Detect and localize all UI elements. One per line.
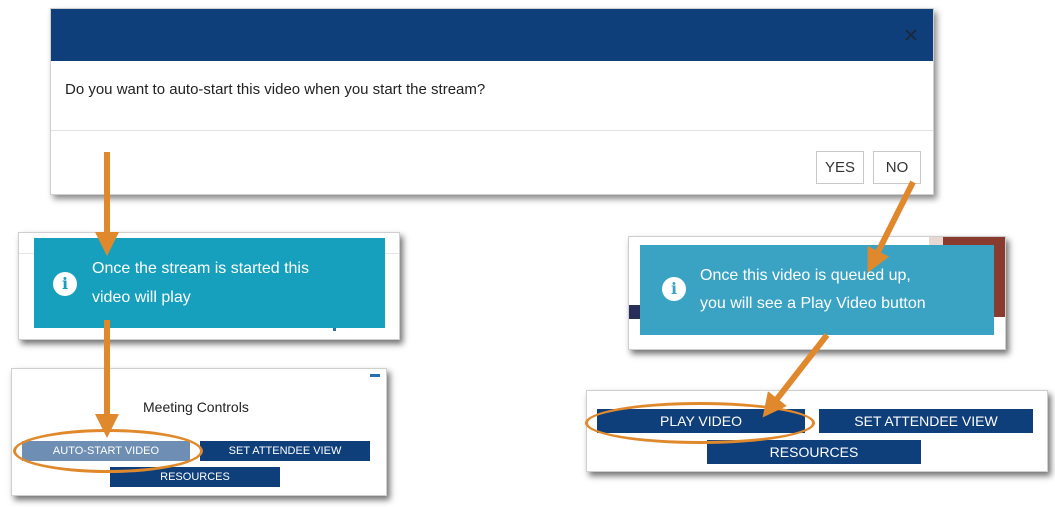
no-button[interactable]: NO xyxy=(873,151,921,184)
auto-start-dialog: Do you want to auto-start this video whe… xyxy=(50,8,934,195)
left-meeting-controls: Meeting Controls AUTO-START VIDEO SET AT… xyxy=(11,368,387,496)
toast-text-line-2: video will play xyxy=(92,289,191,306)
play-video-button[interactable]: PLAY VIDEO xyxy=(597,409,805,433)
resources-button[interactable]: RESOURCES xyxy=(707,440,921,464)
left-info-toast: i Once the stream is started this video … xyxy=(34,238,385,328)
minimize-icon[interactable] xyxy=(370,374,380,377)
info-icon: i xyxy=(662,277,686,301)
right-meeting-controls: PLAY VIDEO SET ATTENDEE VIEW RESOURCES xyxy=(586,390,1048,472)
info-icon: i xyxy=(53,272,77,296)
auto-start-video-button[interactable]: AUTO-START VIDEO xyxy=(22,441,190,461)
meeting-controls-title: Meeting Controls xyxy=(143,399,249,415)
toast-text-line-1: Once this video is queued up, xyxy=(700,267,911,284)
toast-text-line-2: you will see a Play Video button xyxy=(700,295,926,312)
toast-text-line-1: Once the stream is started this xyxy=(92,260,309,277)
yes-button[interactable]: YES xyxy=(816,151,864,184)
dialog-divider xyxy=(51,130,933,131)
set-attendee-view-button[interactable]: SET ATTENDEE VIEW xyxy=(200,441,370,461)
close-icon[interactable] xyxy=(903,27,919,43)
resources-button[interactable]: RESOURCES xyxy=(110,467,280,487)
set-attendee-view-button[interactable]: SET ATTENDEE VIEW xyxy=(819,409,1033,433)
dialog-header xyxy=(51,9,933,61)
dialog-question: Do you want to auto-start this video whe… xyxy=(65,81,486,98)
right-info-toast: i Once this video is queued up, you will… xyxy=(640,245,994,335)
